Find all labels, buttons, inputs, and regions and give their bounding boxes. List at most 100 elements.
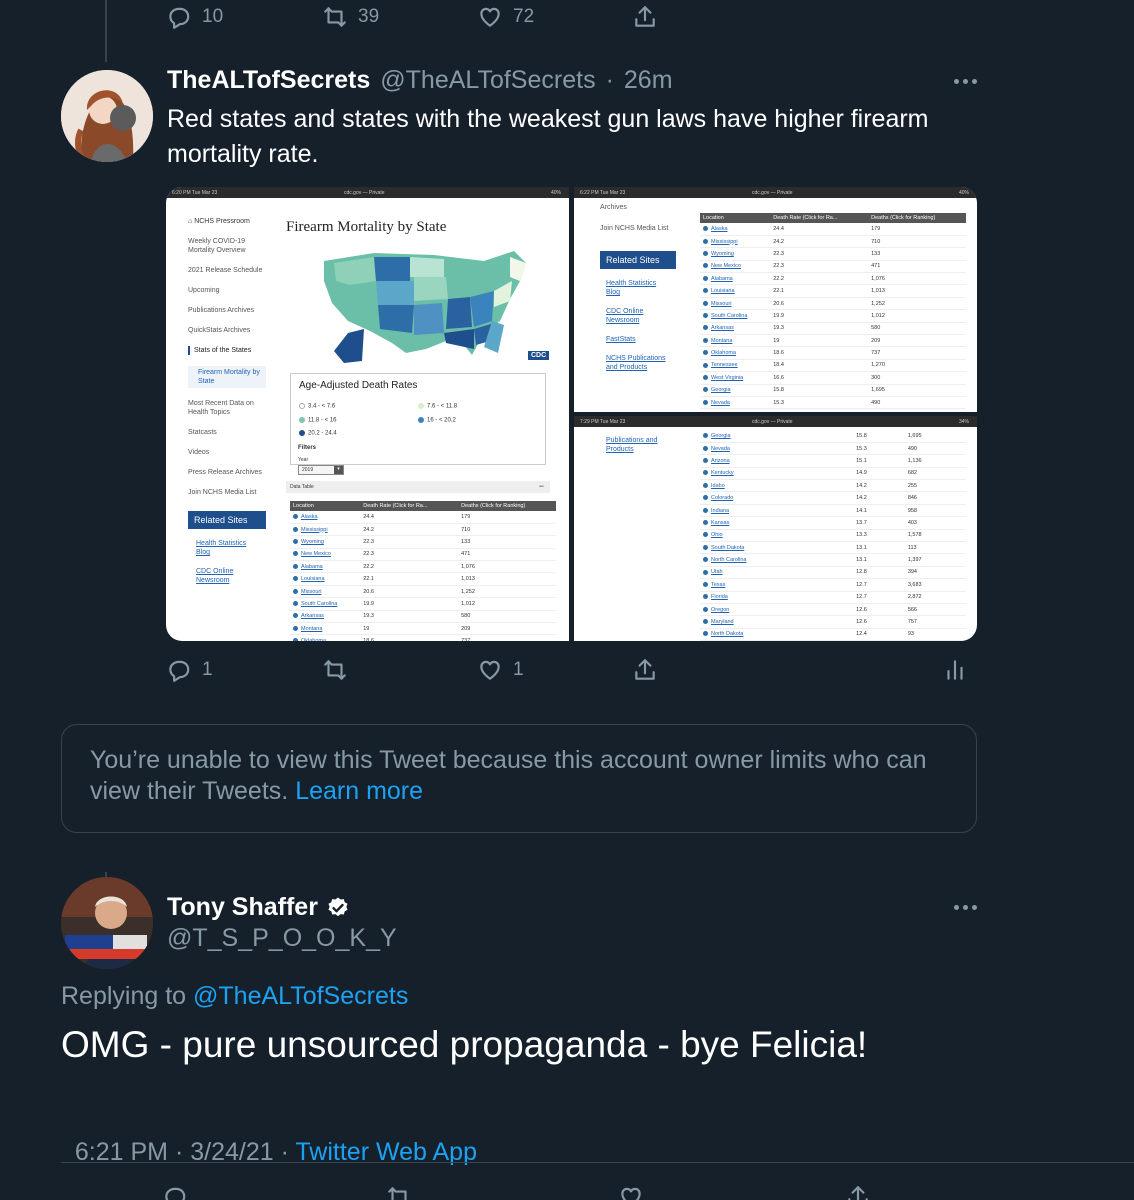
related-link[interactable]: Health Statistics Blog xyxy=(196,539,258,557)
state-link[interactable]: South Dakota xyxy=(700,541,854,555)
state-link[interactable]: Kentucky xyxy=(700,467,854,481)
state-link[interactable]: Montana xyxy=(700,334,771,348)
related-link[interactable]: CDC Online Newsroom xyxy=(606,307,670,325)
state-link[interactable]: Louisiana xyxy=(700,284,771,298)
state-link[interactable]: New Mexico xyxy=(700,260,771,274)
handle[interactable]: @T_S_P_O_O_K_Y xyxy=(167,924,397,953)
nav-item[interactable]: Videos xyxy=(188,448,266,457)
retweet-button[interactable] xyxy=(322,657,348,683)
state-link[interactable]: Mississippi xyxy=(290,523,361,537)
state-link[interactable]: Oklahoma xyxy=(290,634,361,641)
nav-item[interactable]: Weekly COVID-19 Mortality Overview xyxy=(188,237,266,255)
like-button-top[interactable]: 72 xyxy=(477,4,534,30)
related-link[interactable]: NCHS Publications and Products xyxy=(606,354,670,372)
reply-button-bottom[interactable] xyxy=(162,1184,188,1200)
state-link[interactable]: Idaho xyxy=(700,479,854,493)
year-select[interactable]: 2019 ▾ xyxy=(298,465,344,475)
reply-button[interactable]: 1 xyxy=(166,657,213,683)
nav-subitem[interactable]: Firearm Mortality by State xyxy=(188,366,266,388)
state-link[interactable]: Tennessee xyxy=(700,359,771,373)
state-link[interactable]: Oregon xyxy=(700,603,854,617)
state-link[interactable]: Georgia xyxy=(700,430,854,443)
nav-item[interactable]: QuickStats Archives xyxy=(188,326,266,335)
nav-item[interactable]: Join NCHS Media List xyxy=(600,224,676,233)
data-table-header[interactable]: Data Table − xyxy=(286,481,550,493)
table-header-cell[interactable]: Death Rate (Click for Ra... xyxy=(770,213,869,223)
image-right-bottom[interactable]: 7:29 PM Tue Mar 23 cdc.gov — Private 34%… xyxy=(574,416,977,641)
avatar[interactable] xyxy=(61,877,153,969)
nav-item-fragment[interactable]: Archives xyxy=(600,203,676,212)
learn-more-link[interactable]: Learn more xyxy=(295,777,423,805)
state-link[interactable]: Kansas xyxy=(700,516,854,530)
state-link[interactable]: Alaska xyxy=(700,223,771,236)
state-link[interactable]: Arkansas xyxy=(700,322,771,336)
state-link[interactable]: Wyoming xyxy=(290,535,361,549)
nav-item[interactable]: Press Release Archives xyxy=(188,468,266,477)
nav-home[interactable]: ⌂ NCHS Pressroom xyxy=(188,217,266,226)
like-button-bottom[interactable] xyxy=(618,1184,644,1200)
share-button-top[interactable] xyxy=(632,4,658,30)
state-link[interactable]: Montana xyxy=(290,622,361,636)
retweet-button-bottom[interactable] xyxy=(386,1184,412,1200)
display-name[interactable]: TheALTofSecrets xyxy=(167,66,370,95)
state-link[interactable]: North Carolina xyxy=(700,553,854,567)
display-name[interactable]: Tony Shaffer xyxy=(167,893,318,922)
share-button-bottom[interactable] xyxy=(845,1184,871,1200)
tweet-time[interactable]: 26m xyxy=(624,66,673,95)
reply-button-top[interactable]: 10 xyxy=(166,4,223,30)
related-link[interactable]: Publications and Products xyxy=(606,436,676,454)
state-link[interactable]: Arizona xyxy=(700,454,854,468)
state-link[interactable]: Louisiana xyxy=(290,572,361,586)
nav-item[interactable]: Upcoming xyxy=(188,286,266,295)
state-link[interactable]: Georgia xyxy=(700,384,771,397)
state-link[interactable]: Maryland xyxy=(700,615,854,629)
table-header-cell[interactable]: Location xyxy=(290,501,361,511)
nav-item[interactable]: 2021 Release Schedule xyxy=(188,266,266,275)
state-link[interactable]: Nevada xyxy=(700,396,771,410)
state-link[interactable]: Alabama xyxy=(290,560,361,574)
table-header-cell[interactable]: Location xyxy=(700,213,771,223)
image-right-top[interactable]: 6:22 PM Tue Mar 23 cdc.gov — Private 40%… xyxy=(574,187,977,412)
related-link[interactable]: Health Statistics Blog xyxy=(606,279,670,297)
table-header-cell[interactable]: Death Rate (Click for Ra... xyxy=(360,501,459,511)
state-link[interactable]: West Virginia xyxy=(700,371,771,385)
state-link[interactable]: Alaska xyxy=(290,511,361,524)
related-link[interactable]: CDC Online Newsroom xyxy=(196,567,258,585)
table-header-cell[interactable]: Deaths (Click for Ranking) xyxy=(868,213,966,223)
state-link[interactable]: Oklahoma xyxy=(700,346,771,360)
nav-item[interactable]: Publications Archives xyxy=(188,306,266,315)
avatar[interactable] xyxy=(61,70,153,162)
state-link[interactable]: Florida xyxy=(700,591,854,604)
state-link[interactable]: Missouri xyxy=(290,585,361,599)
state-link[interactable]: Texas xyxy=(700,578,854,592)
nav-item[interactable]: Most Recent Data on Health Topics xyxy=(188,399,266,417)
more-button-tweet1[interactable] xyxy=(954,79,977,84)
state-link[interactable]: Missouri xyxy=(700,297,771,311)
tweet-image-grid[interactable]: 6:20 PM Tue Mar 23 cdc.gov — Private 40%… xyxy=(166,187,977,641)
table-header-cell[interactable]: Deaths (Click for Ranking) xyxy=(458,501,556,511)
image-left[interactable]: 6:20 PM Tue Mar 23 cdc.gov — Private 40%… xyxy=(166,187,569,641)
state-link[interactable]: South Carolina xyxy=(700,309,771,323)
retweet-button-top[interactable]: 39 xyxy=(322,4,379,30)
replying-to-link[interactable]: @TheALTofSecrets xyxy=(193,982,408,1010)
share-button[interactable] xyxy=(632,657,658,683)
more-button-tweet2[interactable] xyxy=(954,905,977,910)
state-link[interactable]: Colorado xyxy=(700,491,854,505)
state-link[interactable]: Ohio xyxy=(700,529,854,543)
state-link[interactable]: Mississippi xyxy=(700,235,771,249)
state-link[interactable]: Nevada xyxy=(700,442,854,456)
analytics-button[interactable] xyxy=(942,657,968,683)
state-link[interactable]: North Dakota xyxy=(700,628,854,641)
state-link[interactable]: Alabama xyxy=(700,272,771,286)
like-button[interactable]: 1 xyxy=(477,657,524,683)
handle[interactable]: @TheALTofSecrets xyxy=(380,66,595,95)
nav-item[interactable]: Statcasts xyxy=(188,428,266,437)
state-link[interactable]: Indiana xyxy=(700,504,854,518)
state-link[interactable]: New Mexico xyxy=(290,548,361,562)
related-link[interactable]: FastStats xyxy=(606,335,670,344)
nav-item[interactable]: Join NCHS Media List xyxy=(188,488,266,497)
state-link[interactable]: Wyoming xyxy=(700,247,771,261)
state-link[interactable]: Arkansas xyxy=(290,610,361,624)
state-link[interactable]: Utah xyxy=(700,566,854,580)
nav-item-active[interactable]: Stats of the States xyxy=(188,346,266,355)
